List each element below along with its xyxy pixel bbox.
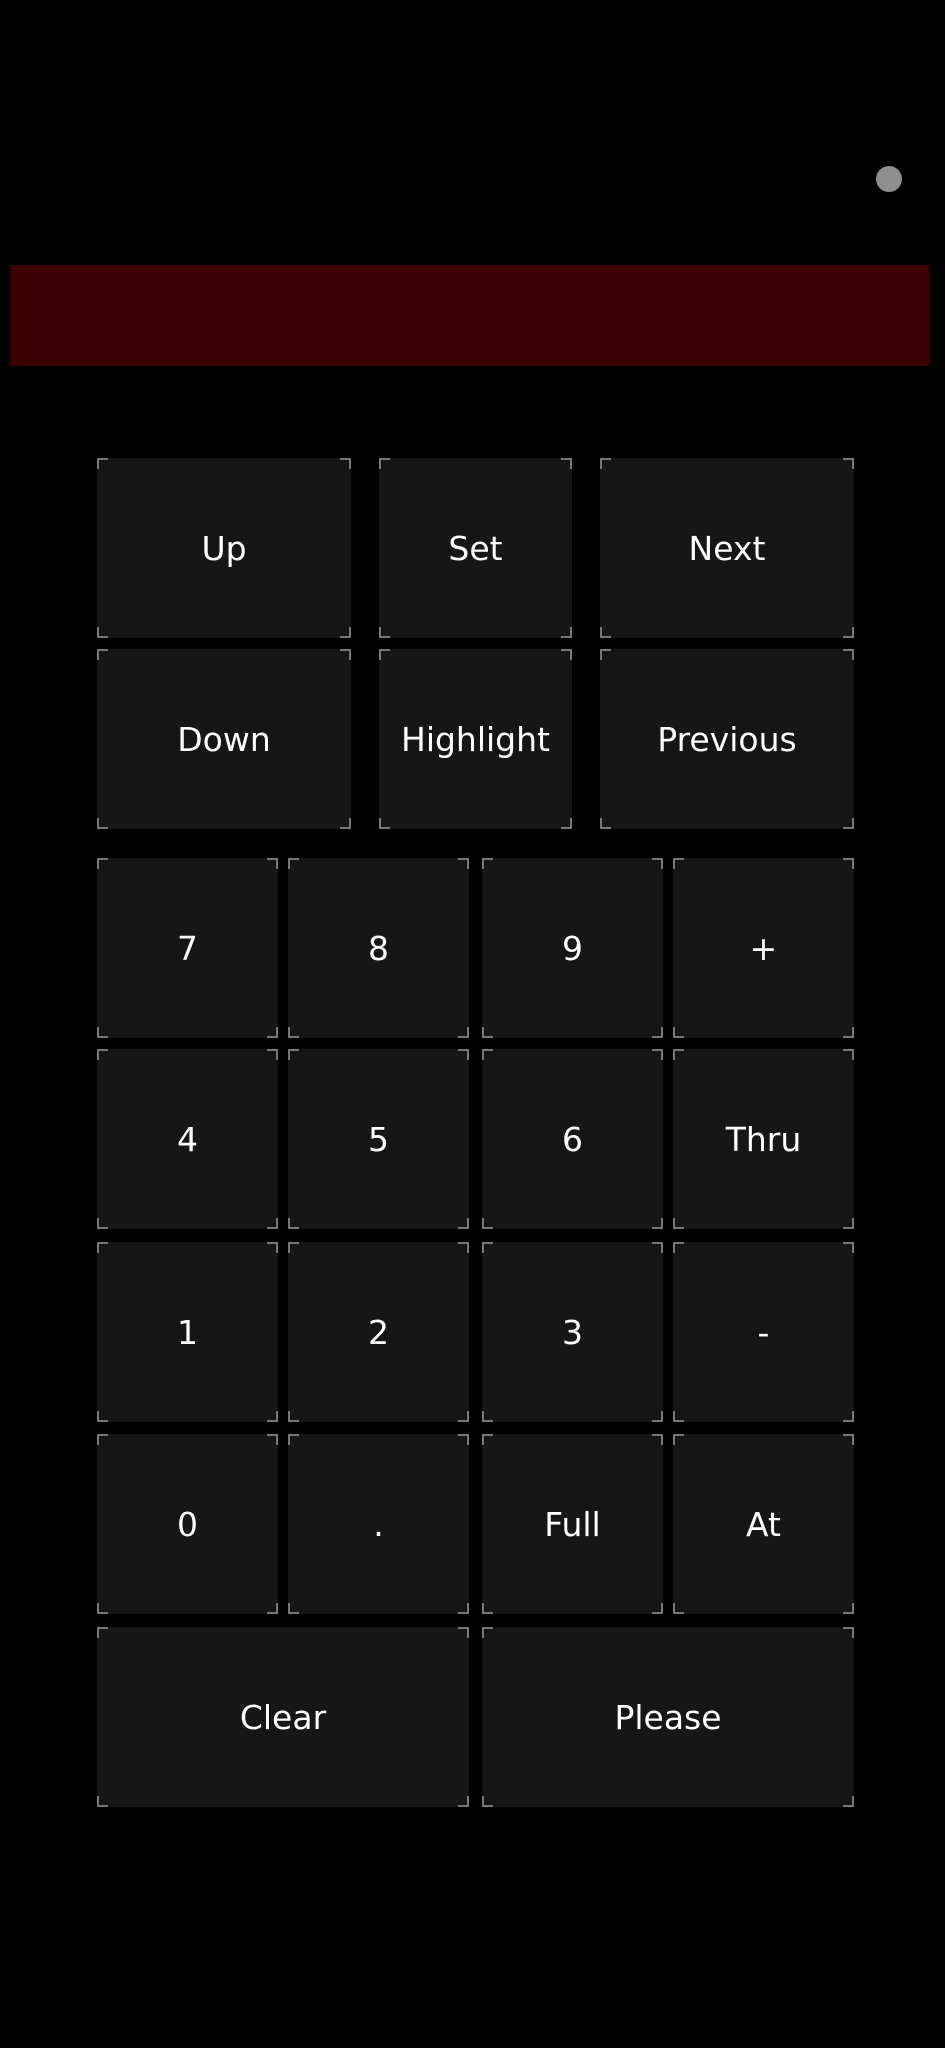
set-button-label: Set xyxy=(448,528,503,568)
key-3[interactable]: 3 xyxy=(482,1242,663,1422)
next-button[interactable]: Next xyxy=(600,458,854,638)
minus-button[interactable]: - xyxy=(673,1242,854,1422)
key-3-label: 3 xyxy=(562,1312,583,1352)
thru-button[interactable]: Thru xyxy=(673,1049,854,1229)
key-4[interactable]: 4 xyxy=(97,1049,278,1229)
decimal-point-button[interactable]: . xyxy=(288,1434,469,1614)
up-button-label: Up xyxy=(201,528,247,568)
clear-button-label: Clear xyxy=(239,1697,327,1737)
plus-button[interactable]: + xyxy=(673,858,854,1038)
decimal-point-label: . xyxy=(373,1504,384,1544)
thru-button-label: Thru xyxy=(725,1119,802,1159)
plus-button-label: + xyxy=(749,928,778,968)
key-5-label: 5 xyxy=(368,1119,389,1159)
key-4-label: 4 xyxy=(177,1119,198,1159)
key-7[interactable]: 7 xyxy=(97,858,278,1038)
key-8-label: 8 xyxy=(368,928,389,968)
command-line-display xyxy=(10,265,929,366)
down-button[interactable]: Down xyxy=(97,649,351,829)
previous-button-label: Previous xyxy=(657,719,797,759)
down-button-label: Down xyxy=(177,719,271,759)
highlight-button[interactable]: Highlight xyxy=(379,649,572,829)
key-0[interactable]: 0 xyxy=(97,1434,278,1614)
key-6[interactable]: 6 xyxy=(482,1049,663,1229)
key-0-label: 0 xyxy=(177,1504,198,1544)
up-button[interactable]: Up xyxy=(97,458,351,638)
key-8[interactable]: 8 xyxy=(288,858,469,1038)
highlight-button-label: Highlight xyxy=(401,719,550,759)
key-5[interactable]: 5 xyxy=(288,1049,469,1229)
key-1-label: 1 xyxy=(177,1312,198,1352)
minus-button-label: - xyxy=(757,1312,770,1352)
key-9-label: 9 xyxy=(562,928,583,968)
key-2[interactable]: 2 xyxy=(288,1242,469,1422)
previous-button[interactable]: Previous xyxy=(600,649,854,829)
key-7-label: 7 xyxy=(177,928,198,968)
at-button[interactable]: At xyxy=(673,1434,854,1614)
please-button-label: Please xyxy=(614,1697,722,1737)
full-button-label: Full xyxy=(544,1504,601,1544)
full-button[interactable]: Full xyxy=(482,1434,663,1614)
key-9[interactable]: 9 xyxy=(482,858,663,1038)
please-button[interactable]: Please xyxy=(482,1627,854,1807)
key-6-label: 6 xyxy=(562,1119,583,1159)
clear-button[interactable]: Clear xyxy=(97,1627,469,1807)
key-1[interactable]: 1 xyxy=(97,1242,278,1422)
connection-status-dot xyxy=(876,166,902,192)
set-button[interactable]: Set xyxy=(379,458,572,638)
next-button-label: Next xyxy=(688,528,766,568)
key-2-label: 2 xyxy=(368,1312,389,1352)
at-button-label: At xyxy=(746,1504,781,1544)
